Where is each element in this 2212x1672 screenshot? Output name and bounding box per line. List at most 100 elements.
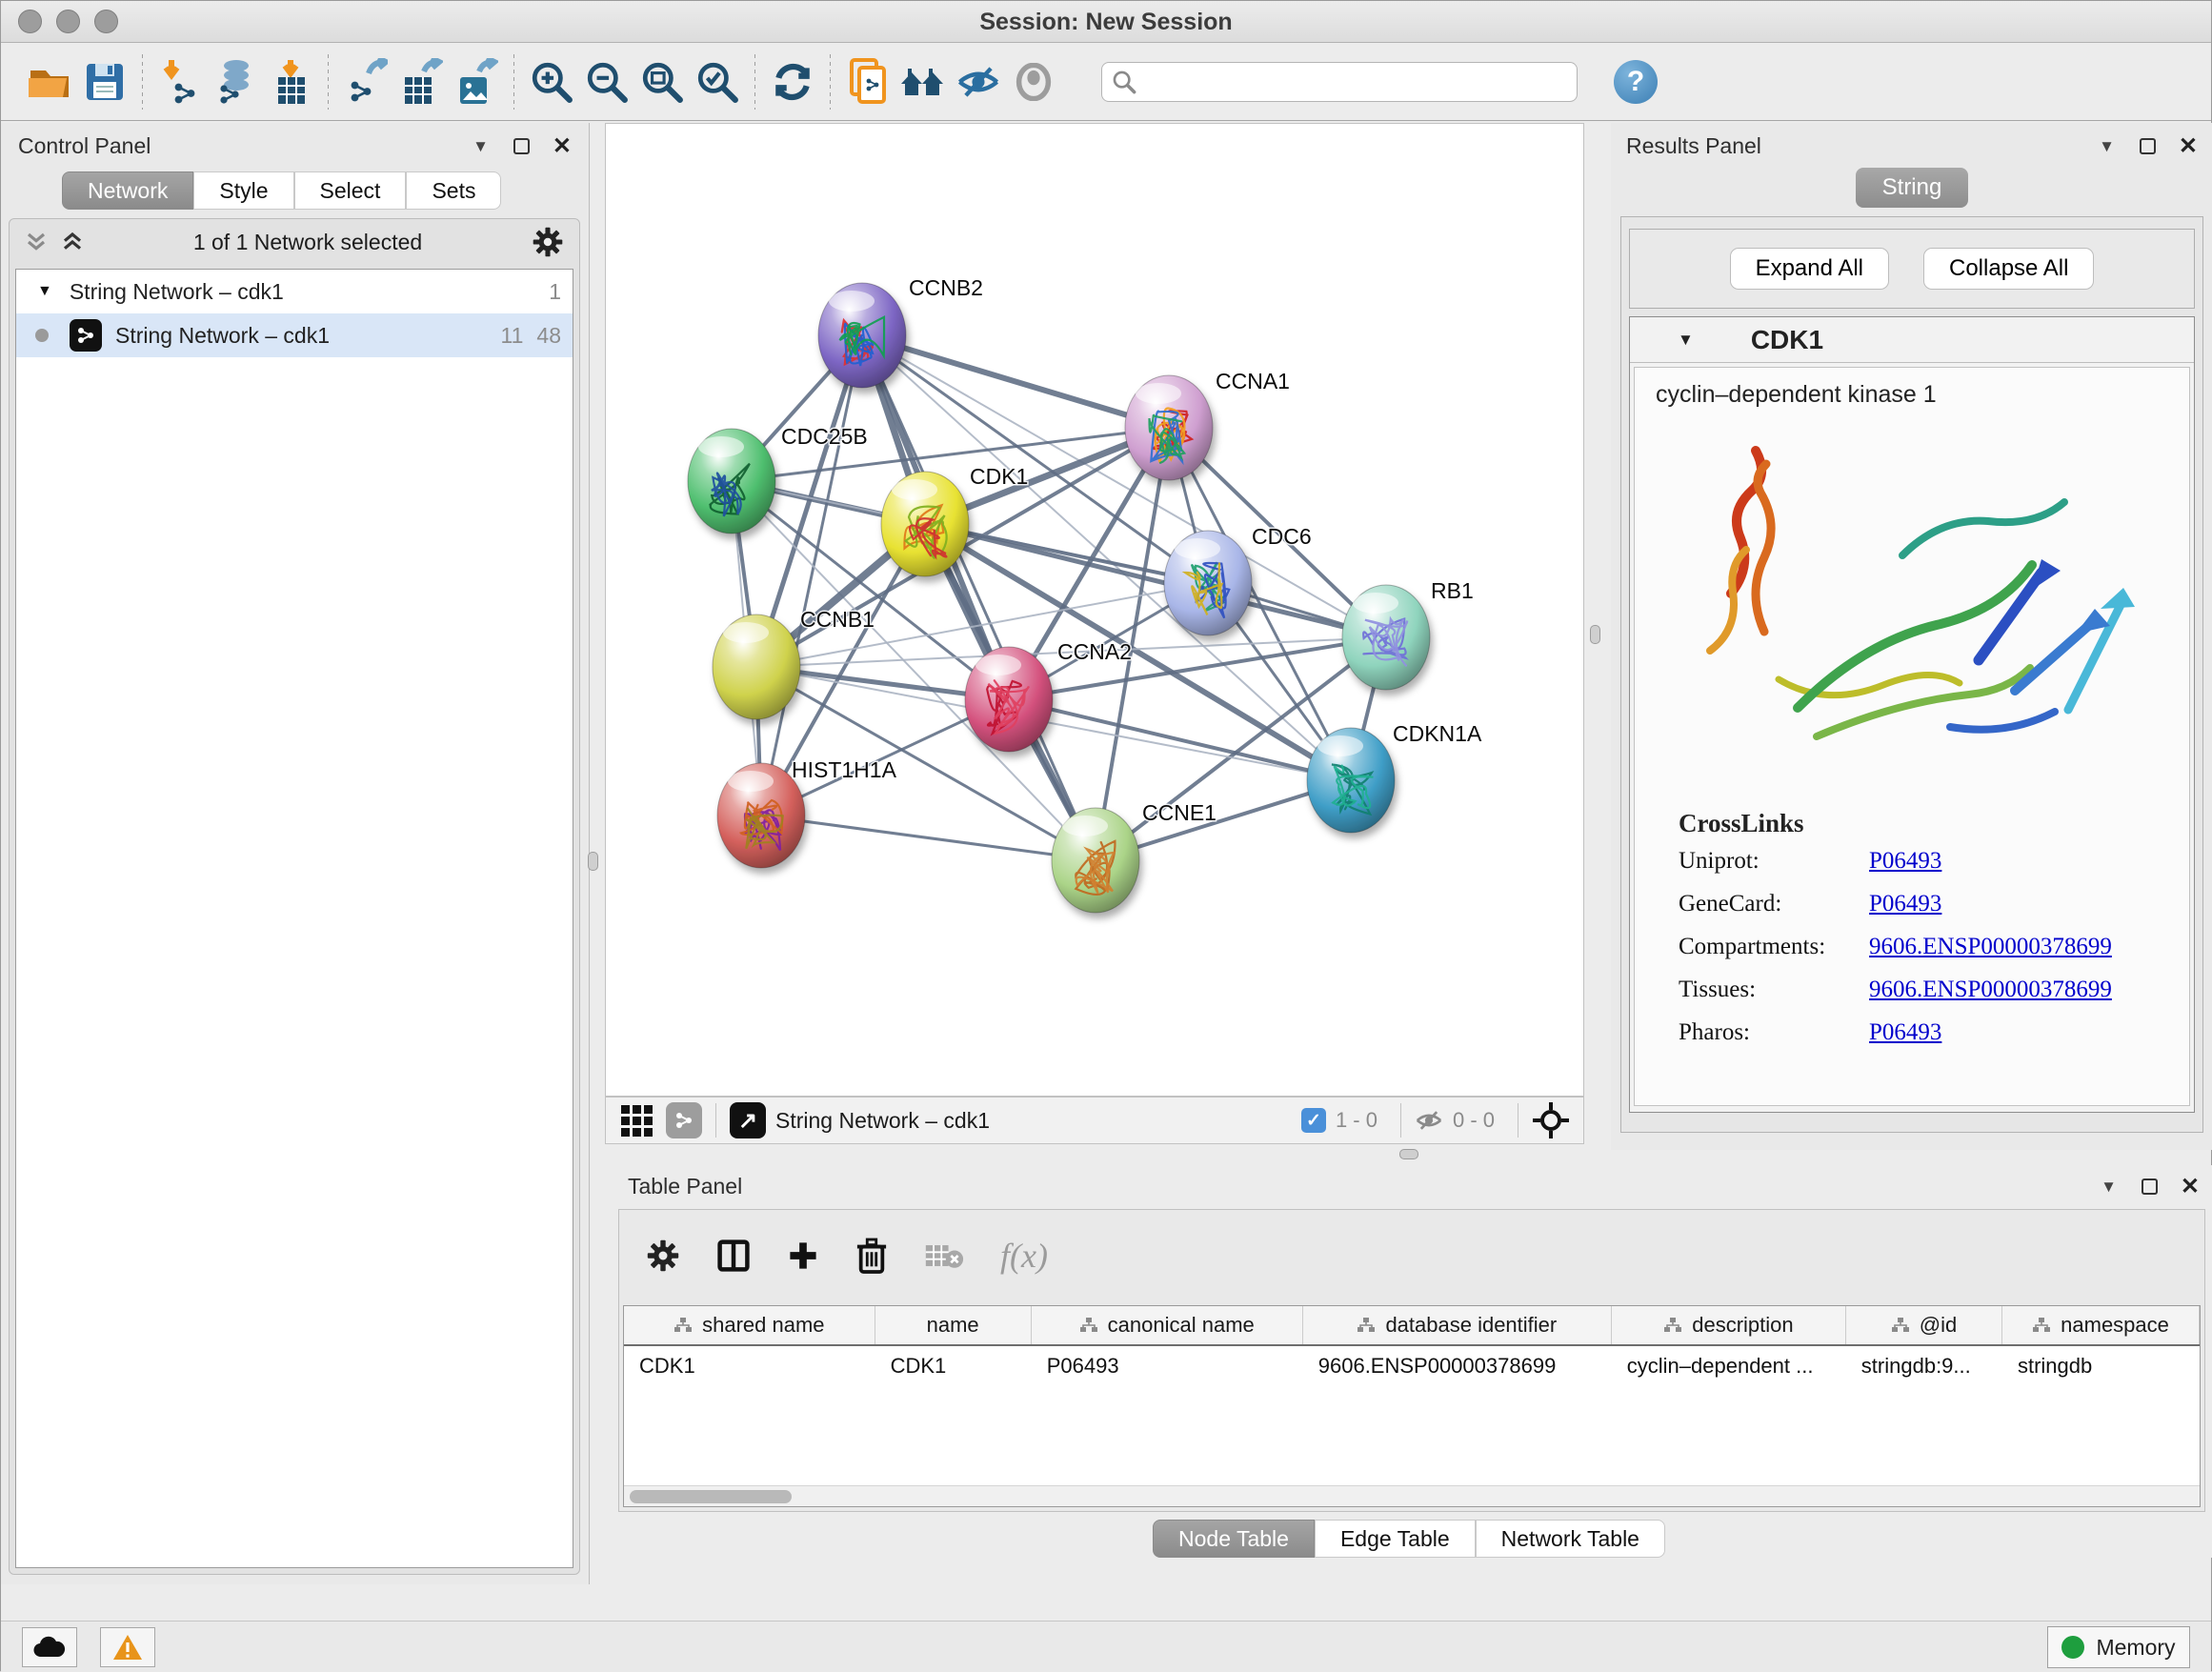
right-splitter-handle[interactable] (1590, 625, 1600, 644)
first-neighbors-icon[interactable] (840, 54, 895, 110)
function-builder-icon[interactable]: f(x) (1000, 1236, 1048, 1276)
left-splitter-handle[interactable] (588, 852, 598, 871)
panel-menu-icon[interactable]: ▼ (473, 137, 489, 156)
save-session-button[interactable] (77, 54, 132, 110)
network-edge[interactable] (761, 335, 862, 816)
collection-expand-icon[interactable]: ▼ (37, 283, 52, 300)
table-options-gear-icon[interactable] (646, 1239, 680, 1273)
panel-menu-icon[interactable]: ▼ (2101, 1178, 2117, 1197)
network-node-cdkn1a[interactable] (1307, 728, 1395, 833)
network-node-ccnb2[interactable] (818, 283, 906, 388)
refresh-icon[interactable] (765, 54, 820, 110)
table-cell[interactable]: CDK1 (875, 1346, 1032, 1388)
export-image-icon[interactable] (449, 54, 504, 110)
table-cell[interactable]: CDK1 (624, 1346, 875, 1388)
network-node-ccna2[interactable] (965, 647, 1053, 752)
network-edge[interactable] (925, 524, 1386, 637)
table-cell[interactable]: 9606.ENSP00000378699 (1303, 1346, 1612, 1388)
hide-selected-icon[interactable] (951, 54, 1006, 110)
column-header-shared-name[interactable]: shared name (624, 1306, 875, 1344)
table-cell[interactable]: P06493 (1032, 1346, 1303, 1388)
panel-close-icon[interactable]: ✕ (2181, 1173, 2200, 1200)
hidden-eye-icon[interactable] (1415, 1109, 1443, 1132)
network-edge[interactable] (761, 816, 1096, 860)
network-node-rb1[interactable] (1342, 585, 1430, 690)
zoom-in-icon[interactable] (524, 54, 579, 110)
network-node-ccna1[interactable] (1125, 375, 1213, 480)
scrollbar-thumb[interactable] (630, 1490, 792, 1503)
tab-string[interactable]: String (1856, 168, 1968, 208)
gene-collapse-icon[interactable]: ▼ (1678, 331, 1694, 350)
search-input[interactable] (1136, 70, 1556, 94)
network-share-icon[interactable] (666, 1102, 702, 1138)
open-in-window-icon[interactable]: ↗ (730, 1102, 766, 1138)
export-network-icon[interactable] (338, 54, 393, 110)
column-header-namespace[interactable]: namespace (2002, 1306, 2200, 1344)
panel-menu-icon[interactable]: ▼ (2099, 137, 2115, 156)
table-cell[interactable]: stringdb (2002, 1346, 2200, 1388)
fit-content-crosshair-icon[interactable] (1532, 1101, 1570, 1139)
column-header-id[interactable]: @id (1846, 1306, 2002, 1344)
tab-sets[interactable]: Sets (406, 171, 501, 210)
crosslink-link[interactable]: 9606.ENSP00000378699 (1869, 977, 2112, 1003)
show-columns-icon[interactable] (716, 1239, 751, 1273)
network-collection-row[interactable]: ▼ String Network – cdk1 1 (16, 270, 573, 313)
panel-close-icon[interactable]: ✕ (2179, 132, 2198, 160)
selected-checkbox-icon[interactable]: ✓ (1301, 1108, 1326, 1133)
create-column-plus-icon[interactable] (787, 1239, 819, 1272)
bottom-splitter-handle[interactable] (1399, 1149, 1418, 1159)
crosslink-link[interactable]: P06493 (1869, 891, 1941, 917)
network-node-ccne1[interactable] (1052, 808, 1139, 913)
import-table-icon[interactable] (263, 54, 318, 110)
delete-table-icon[interactable] (924, 1241, 964, 1270)
panel-float-icon[interactable] (513, 138, 530, 154)
network-node-cdc25b[interactable] (688, 429, 775, 534)
panel-float-icon[interactable] (2140, 138, 2156, 154)
network-options-gear-icon[interactable] (532, 226, 564, 258)
tab-style[interactable]: Style (193, 171, 293, 210)
network-node-ccnb1[interactable] (713, 614, 800, 719)
network-node-cdc6[interactable] (1164, 531, 1252, 635)
help-button[interactable]: ? (1614, 60, 1658, 104)
memory-button[interactable]: Memory (2047, 1626, 2190, 1668)
tab-edge-table[interactable]: Edge Table (1315, 1520, 1476, 1558)
tab-node-table[interactable]: Node Table (1153, 1520, 1315, 1558)
cloud-status-button[interactable] (22, 1627, 77, 1667)
crosslink-link[interactable]: P06493 (1869, 1019, 1941, 1046)
column-header-database-identifier[interactable]: database identifier (1303, 1306, 1612, 1344)
open-session-button[interactable] (22, 54, 77, 110)
collapse-all-button[interactable]: Collapse All (1923, 248, 2094, 290)
expand-all-button[interactable]: Expand All (1730, 248, 1889, 290)
table-cell[interactable]: cyclin–dependent ... (1612, 1346, 1846, 1388)
column-header-name[interactable]: name (875, 1306, 1032, 1344)
network-view-canvas[interactable]: CCNB2CCNA1CDC25BCDK1CDC6RB1CCNB1CCNA2CDK… (605, 123, 1584, 1097)
collapse-all-icon[interactable] (25, 231, 48, 253)
tab-network-table[interactable]: Network Table (1476, 1520, 1665, 1558)
import-network-icon[interactable] (152, 54, 208, 110)
network-row[interactable]: String Network – cdk1 11 48 (16, 313, 573, 357)
show-all-icon[interactable] (1006, 54, 1061, 110)
warning-status-button[interactable] (100, 1627, 155, 1667)
panel-close-icon[interactable]: ✕ (553, 132, 572, 160)
column-header-canonical-name[interactable]: canonical name (1032, 1306, 1303, 1344)
panel-float-icon[interactable] (2142, 1178, 2158, 1195)
zoom-out-icon[interactable] (579, 54, 634, 110)
import-database-icon[interactable] (208, 54, 263, 110)
expand-all-icon[interactable] (61, 231, 84, 253)
column-header-description[interactable]: description (1612, 1306, 1846, 1344)
zoom-selected-icon[interactable] (690, 54, 745, 110)
crosslink-link[interactable]: 9606.ENSP00000378699 (1869, 934, 2112, 960)
crosslink-link[interactable]: P06493 (1869, 848, 1941, 875)
delete-column-trash-icon[interactable] (855, 1238, 888, 1274)
export-table-icon[interactable] (393, 54, 449, 110)
network-edge[interactable] (862, 335, 1169, 428)
home-icon[interactable] (895, 54, 951, 110)
network-edge[interactable] (862, 335, 1096, 860)
tab-select[interactable]: Select (294, 171, 407, 210)
tab-network[interactable]: Network (62, 171, 193, 210)
network-node-cdk1[interactable] (881, 472, 969, 576)
zoom-fit-icon[interactable] (634, 54, 690, 110)
table-horizontal-scrollbar[interactable] (624, 1485, 2200, 1506)
birds-eye-view-icon[interactable] (621, 1105, 653, 1137)
table-cell[interactable]: stringdb:9... (1846, 1346, 2002, 1388)
